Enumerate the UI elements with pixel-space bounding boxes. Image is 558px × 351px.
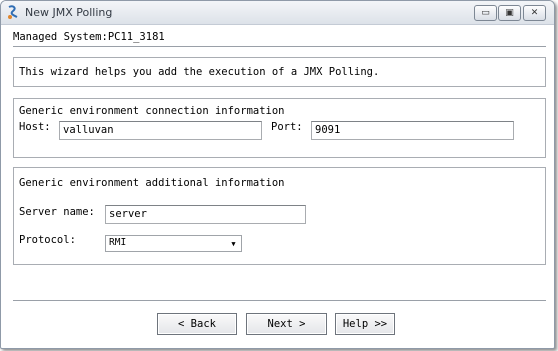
- close-button[interactable]: ✕: [523, 5, 546, 21]
- window-title: New JMX Polling: [25, 6, 113, 19]
- connection-heading: Generic environment connection informati…: [19, 105, 285, 117]
- footer-divider: [13, 300, 546, 301]
- port-input[interactable]: 9091: [311, 121, 514, 140]
- maximize-button[interactable]: ▣: [498, 5, 521, 21]
- server-name-label: Server name:: [19, 206, 95, 218]
- chevron-down-icon[interactable]: ▼: [227, 237, 240, 250]
- protocol-select[interactable]: RMI ▼: [105, 235, 242, 252]
- managed-system-label: Managed System:PC11_3181: [13, 31, 165, 43]
- header-divider: [13, 46, 546, 47]
- wizard-window: New JMX Polling ▭ ▣ ✕ Managed System:PC1…: [0, 0, 555, 349]
- minimize-icon: ▭: [481, 8, 490, 18]
- help-button[interactable]: Help >>: [335, 313, 395, 335]
- intro-panel: This wizard helps you add the execution …: [13, 57, 546, 87]
- additional-panel: Generic environment additional informati…: [13, 167, 546, 265]
- server-name-input-value: server: [109, 208, 147, 220]
- intro-text: This wizard helps you add the execution …: [19, 66, 380, 78]
- connection-panel: Generic environment connection informati…: [13, 98, 546, 158]
- host-input[interactable]: valluvan: [59, 121, 262, 140]
- host-input-value: valluvan: [63, 124, 114, 136]
- server-name-input[interactable]: server: [105, 205, 306, 224]
- title-bar[interactable]: New JMX Polling ▭ ▣ ✕: [1, 1, 554, 25]
- protocol-select-value: RMI: [109, 237, 127, 248]
- next-button[interactable]: Next >: [246, 313, 327, 335]
- port-label: Port:: [271, 121, 303, 133]
- back-button[interactable]: < Back: [157, 313, 237, 335]
- port-input-value: 9091: [315, 124, 341, 136]
- additional-heading: Generic environment additional informati…: [19, 177, 285, 189]
- maximize-icon: ▣: [505, 8, 514, 18]
- protocol-label: Protocol:: [19, 234, 76, 246]
- host-label: Host:: [19, 121, 51, 133]
- close-icon: ✕: [530, 8, 539, 18]
- app-icon: [8, 5, 18, 19]
- minimize-button[interactable]: ▭: [474, 5, 497, 21]
